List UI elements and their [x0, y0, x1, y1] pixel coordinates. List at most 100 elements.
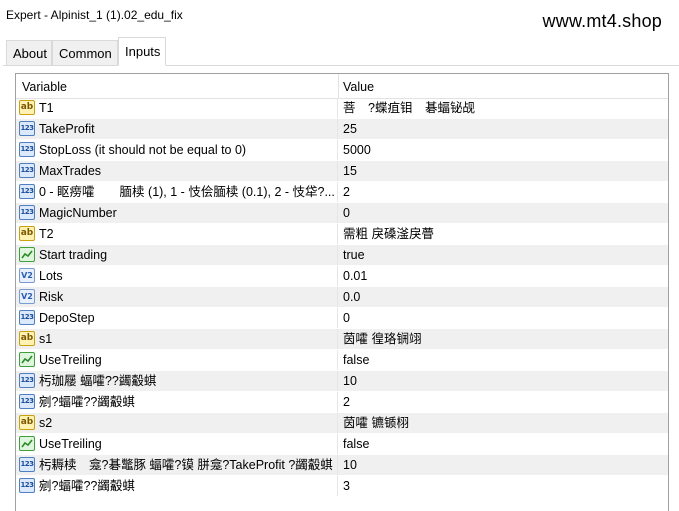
table-row[interactable]: 123 剜?蝠嚯??蠲觳蜞 2 — [16, 392, 668, 412]
value-cell[interactable]: 5000 — [343, 140, 663, 160]
integer-icon: 123 — [19, 121, 35, 136]
variable-name: Lots — [39, 269, 63, 283]
value-cell[interactable]: 茵嚯 镳锧栩 — [343, 413, 663, 433]
variable-cell: 123 0 - 眍痨嚯 腼椟 (1), 1 - 忮侩腼椟 (0.1), 2 - 忮… — [16, 182, 338, 202]
title-bar: Expert - Alpinist_1 (1).02_edu_fix www.m… — [0, 0, 679, 32]
tab-about[interactable]: About — [6, 40, 52, 65]
header-variable[interactable]: Variable — [22, 74, 67, 98]
variable-name: DepoStep — [39, 311, 95, 325]
window-title: Expert - Alpinist_1 (1).02_edu_fix — [6, 8, 183, 22]
value-cell[interactable]: 10 — [343, 371, 663, 391]
header-value[interactable]: Value — [343, 74, 374, 98]
table-row[interactable]: 123 StopLoss (it should not be equal to 0… — [16, 140, 668, 160]
boolean-icon — [19, 352, 35, 367]
string-icon: ab — [19, 331, 35, 346]
value-cell[interactable]: false — [343, 434, 663, 454]
watermark: www.mt4.shop — [542, 11, 662, 31]
boolean-icon — [19, 247, 35, 262]
variable-cell: UseTreiling — [16, 350, 338, 370]
variable-cell: 123 TakeProfit — [16, 119, 338, 139]
value-cell[interactable]: 10 — [343, 455, 663, 475]
integer-icon: 123 — [19, 394, 35, 409]
variable-cell: 123 剜?蝠嚯??蠲觳蜞 — [16, 392, 338, 412]
variable-cell: 123 MaxTrades — [16, 161, 338, 181]
variable-name: 杇耨椟 龛?碁鼈豚 蝠嚯?镆 胼龛?TakeProfit ?蠲觳蜞 — [39, 458, 333, 472]
variable-cell: ab T1 — [16, 98, 338, 118]
table-row[interactable]: ab s1 茵嚯 徨珞锎翊 — [16, 329, 668, 349]
value-cell[interactable]: 25 — [343, 119, 663, 139]
variable-name: 剜?蝠嚯??蠲觳蜞 — [39, 479, 135, 493]
integer-icon: 123 — [19, 457, 35, 472]
variable-name: MaxTrades — [39, 164, 102, 178]
variable-name: MagicNumber — [39, 206, 117, 220]
variable-cell: ab s2 — [16, 413, 338, 433]
value-cell[interactable]: 菩 ?蝶疽钼 碁蝠铋觇 — [343, 98, 663, 118]
table-row[interactable]: 123 0 - 眍痨嚯 腼椟 (1), 1 - 忮侩腼椟 (0.1), 2 - 忮… — [16, 182, 668, 202]
double-icon: V2 — [19, 289, 35, 304]
integer-icon: 123 — [19, 163, 35, 178]
boolean-icon — [19, 436, 35, 451]
table-row[interactable]: 123 MagicNumber 0 — [16, 203, 668, 223]
value-cell[interactable]: 0 — [343, 308, 663, 328]
table-row[interactable]: Start trading true — [16, 245, 668, 265]
value-cell[interactable]: false — [343, 350, 663, 370]
variable-cell: 123 杇耨椟 龛?碁鼈豚 蝠嚯?镆 胼龛?TakeProfit ?蠲觳蜞 — [16, 455, 338, 475]
variable-name: T2 — [39, 227, 54, 241]
value-cell[interactable]: 15 — [343, 161, 663, 181]
variable-cell: ab s1 — [16, 329, 338, 349]
variable-cell: 123 MagicNumber — [16, 203, 338, 223]
variable-cell: 123 StopLoss (it should not be equal to 0… — [16, 140, 338, 160]
variable-cell: V2 Risk — [16, 287, 338, 307]
variable-name: UseTreiling — [39, 353, 102, 367]
integer-icon: 123 — [19, 373, 35, 388]
table-row[interactable]: UseTreiling false — [16, 434, 668, 454]
variable-name: 0 - 眍痨嚯 腼椟 (1), 1 - 忮侩腼椟 (0.1), 2 - 忮牮?.… — [39, 185, 335, 199]
variable-name: UseTreiling — [39, 437, 102, 451]
table-row[interactable]: ab T1 菩 ?蝶疽钼 碁蝠铋觇 — [16, 98, 668, 118]
value-cell[interactable]: 0.01 — [343, 266, 663, 286]
tab-common[interactable]: Common — [52, 40, 118, 65]
variable-name: s2 — [39, 416, 53, 430]
variable-name: s1 — [39, 332, 53, 346]
tab-strip: About Common Inputs — [0, 36, 679, 66]
variable-name: StopLoss (it should not be equal to 0) — [39, 143, 247, 157]
value-cell[interactable]: 0 — [343, 203, 663, 223]
table-row[interactable]: ab T2 需粗 戾磉滏戾瞢 — [16, 224, 668, 244]
table-row[interactable]: 123 剜?蝠嚯??蠲觳蜞 3 — [16, 476, 668, 496]
value-cell[interactable]: 需粗 戾磉滏戾瞢 — [343, 224, 663, 244]
table-row[interactable]: V2 Risk 0.0 — [16, 287, 668, 307]
variable-name: 剜?蝠嚯??蠲觳蜞 — [39, 395, 135, 409]
integer-icon: 123 — [19, 310, 35, 325]
variable-cell: UseTreiling — [16, 434, 338, 454]
table-row[interactable]: 123 杇耨椟 龛?碁鼈豚 蝠嚯?镆 胼龛?TakeProfit ?蠲觳蜞 10 — [16, 455, 668, 475]
inputs-grid: Variable Value ab T1 菩 ?蝶疽钼 碁蝠铋觇 123 TakePro… — [15, 73, 669, 511]
variable-cell: Start trading — [16, 245, 338, 265]
value-cell[interactable]: 茵嚯 徨珞锎翊 — [343, 329, 663, 349]
table-row[interactable]: 123 DepoStep 0 — [16, 308, 668, 328]
value-cell[interactable]: 2 — [343, 182, 663, 202]
variable-cell: V2 Lots — [16, 266, 338, 286]
value-cell[interactable]: 0.0 — [343, 287, 663, 307]
table-row[interactable]: V2 Lots 0.01 — [16, 266, 668, 286]
variable-cell: ab T2 — [16, 224, 338, 244]
string-icon: ab — [19, 415, 35, 430]
table-row[interactable]: UseTreiling false — [16, 350, 668, 370]
value-cell[interactable]: true — [343, 245, 663, 265]
table-row[interactable]: 123 杇珈屦 蝠嚯??蠲觳蜞 10 — [16, 371, 668, 391]
integer-icon: 123 — [19, 184, 35, 199]
tab-inputs[interactable]: Inputs — [118, 37, 166, 66]
value-cell[interactable]: 3 — [343, 476, 663, 496]
value-cell[interactable]: 2 — [343, 392, 663, 412]
header-separator[interactable] — [338, 74, 339, 98]
variable-cell: 123 DepoStep — [16, 308, 338, 328]
variable-name: 杇珈屦 蝠嚯??蠲觳蜞 — [39, 374, 157, 388]
integer-icon: 123 — [19, 142, 35, 157]
table-row[interactable]: ab s2 茵嚯 镳锧栩 — [16, 413, 668, 433]
variable-name: Start trading — [39, 248, 108, 262]
table-row[interactable]: 123 TakeProfit 25 — [16, 119, 668, 139]
integer-icon: 123 — [19, 478, 35, 493]
string-icon: ab — [19, 226, 35, 241]
variable-cell: 123 剜?蝠嚯??蠲觳蜞 — [16, 476, 338, 496]
table-row[interactable]: 123 MaxTrades 15 — [16, 161, 668, 181]
variable-name: T1 — [39, 101, 54, 115]
